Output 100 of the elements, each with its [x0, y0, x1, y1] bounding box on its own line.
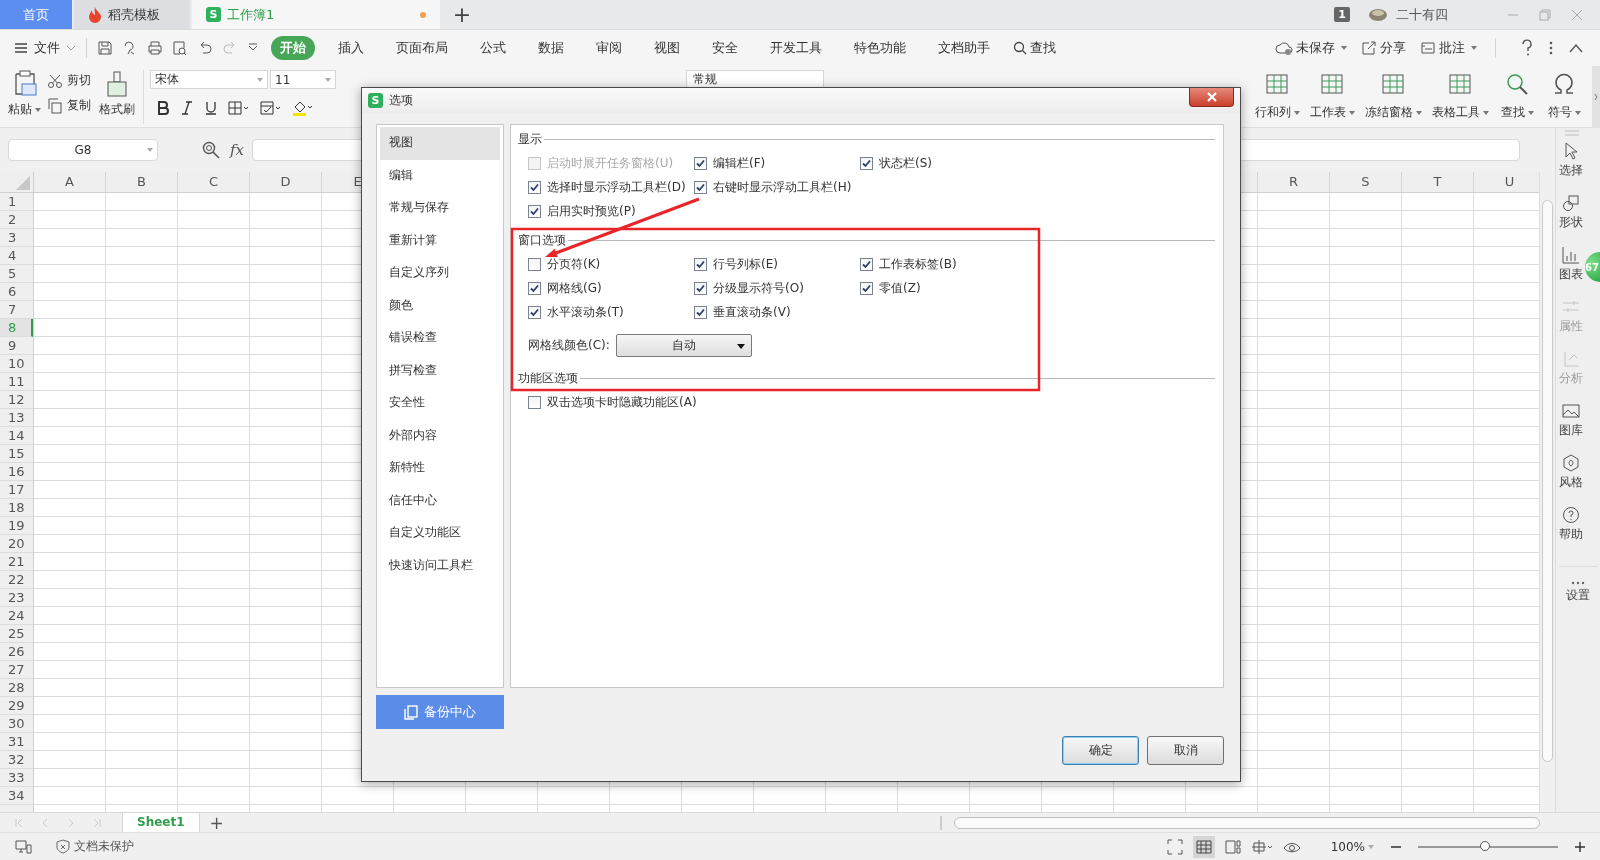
checkbox[interactable]	[860, 156, 873, 170]
collapse-icon[interactable]	[1568, 42, 1584, 54]
row-header[interactable]: 31	[0, 733, 33, 751]
ribbon-tab[interactable]: 文档助手	[929, 36, 999, 60]
checkbox-label[interactable]: 选择时显示浮动工具栏(D)	[547, 178, 686, 196]
file-menu[interactable]: 文件	[14, 39, 76, 57]
row-header[interactable]: 16	[0, 463, 33, 481]
row-header[interactable]: 3	[0, 229, 33, 247]
border-icon[interactable]	[228, 101, 250, 115]
category-item[interactable]: 自定义序列	[380, 257, 500, 290]
unsaved-button[interactable]: 未保存	[1269, 39, 1347, 57]
checkbox-label[interactable]: 分级显示符号(O)	[713, 279, 804, 297]
search-button[interactable]: 查找	[1013, 39, 1056, 57]
row-header[interactable]: 18	[0, 499, 33, 517]
checkbox[interactable]	[528, 180, 541, 194]
page-break-view-icon[interactable]	[1224, 838, 1241, 855]
row-header[interactable]: 10	[0, 355, 33, 373]
row-header[interactable]: 2	[0, 211, 33, 229]
add-sheet-button[interactable]: +	[209, 812, 224, 833]
side-panel-button[interactable]: 设置	[1559, 566, 1597, 618]
category-item[interactable]: 快速访问工具栏	[380, 549, 500, 582]
ribbon-tab[interactable]: 视图	[645, 36, 689, 60]
checkbox-label[interactable]: 编辑栏(F)	[713, 154, 766, 172]
save-icon[interactable]	[97, 40, 113, 56]
row-header[interactable]: 9	[0, 337, 33, 355]
category-item[interactable]: 外部内容	[380, 419, 500, 452]
close-button[interactable]	[1189, 88, 1234, 107]
ribbon-tab[interactable]: 页面布局	[387, 36, 457, 60]
row-header[interactable]: 30	[0, 715, 33, 733]
avatar-icon[interactable]	[1368, 7, 1388, 22]
category-item[interactable]: 颜色	[380, 289, 500, 322]
checkbox[interactable]	[860, 257, 873, 271]
checkbox[interactable]	[694, 305, 707, 319]
side-panel-button[interactable]: 选择	[1559, 142, 1583, 194]
italic-icon[interactable]	[180, 101, 194, 115]
checkbox-label[interactable]: 双击选项卡时隐藏功能区(A)	[547, 393, 697, 411]
checkbox[interactable]	[528, 281, 541, 295]
ribbon-tab[interactable]: 特色功能	[845, 36, 915, 60]
ribbon-tool-button[interactable]: 冻结窗格	[1362, 66, 1424, 121]
row-header[interactable]: 11	[0, 373, 33, 391]
checkbox[interactable]	[528, 257, 541, 271]
checkbox-label[interactable]: 水平滚动条(T)	[547, 303, 624, 321]
row-header[interactable]: 14	[0, 427, 33, 445]
column-header[interactable]: B	[106, 172, 178, 192]
checkbox-label[interactable]: 零值(Z)	[879, 279, 921, 297]
side-panel-button[interactable]: 形状	[1559, 194, 1583, 246]
vertical-scrollbar[interactable]	[1539, 172, 1555, 812]
row-header[interactable]: 20	[0, 535, 33, 553]
fill-color-icon[interactable]	[292, 100, 314, 116]
row-header[interactable]: 32	[0, 751, 33, 769]
column-header[interactable]: T	[1402, 172, 1474, 192]
row-header[interactable]: 21	[0, 553, 33, 571]
row-header[interactable]: 22	[0, 571, 33, 589]
category-item[interactable]: 错误检查	[380, 322, 500, 355]
name-box[interactable]: G8	[8, 139, 158, 161]
ribbon-tool-button[interactable]: 行和列	[1252, 66, 1302, 121]
checkbox-label[interactable]: 垂直滚动条(V)	[713, 303, 791, 321]
ribbon-tab[interactable]: 安全	[703, 36, 747, 60]
checkbox[interactable]	[694, 156, 707, 170]
row-header[interactable]: 34	[0, 787, 33, 805]
row-header[interactable]: 17	[0, 481, 33, 499]
ribbon-tool-button[interactable]: 表格工具	[1429, 66, 1491, 121]
category-item[interactable]: 新特性	[380, 452, 500, 485]
function-label[interactable]: fx	[230, 141, 244, 159]
column-header[interactable]: R	[1258, 172, 1330, 192]
format-painter-button[interactable]: 格式刷	[99, 70, 135, 118]
row-header[interactable]: 33	[0, 769, 33, 787]
font-select[interactable]: 宋体	[150, 70, 268, 89]
ribbon-tab[interactable]: 审阅	[587, 36, 631, 60]
fill-format-icon[interactable]	[260, 101, 282, 115]
column-header[interactable]: A	[34, 172, 106, 192]
row-header[interactable]: 1	[0, 193, 33, 211]
category-item[interactable]: 拼写检查	[380, 354, 500, 387]
row-header[interactable]: 6	[0, 283, 33, 301]
ribbon-tab[interactable]: 插入	[329, 36, 373, 60]
row-header[interactable]: 13	[0, 409, 33, 427]
ribbon-tab[interactable]: 公式	[471, 36, 515, 60]
cut-button[interactable]: 剪切	[47, 72, 91, 89]
ribbon-tool-button[interactable]: 符号	[1543, 66, 1585, 121]
checkbox[interactable]	[528, 305, 541, 319]
new-tab-button[interactable]: +	[442, 0, 482, 29]
checkbox[interactable]	[528, 395, 541, 409]
copy-button[interactable]: 复制	[47, 97, 91, 114]
print-preview-icon[interactable]	[172, 40, 188, 56]
row-header[interactable]: 4	[0, 247, 33, 265]
user-name[interactable]: 二十有四	[1396, 5, 1448, 24]
checkbox-label[interactable]: 网格线(G)	[547, 279, 602, 297]
category-item[interactable]: 重新计算	[380, 224, 500, 257]
ribbon-tool-button[interactable]: 工作表	[1307, 66, 1357, 121]
ribbon-tool-button[interactable]: 查找	[1496, 66, 1538, 121]
side-panel-button[interactable]: 图库	[1559, 402, 1583, 454]
ribbon-tab[interactable]: 开发工具	[761, 36, 831, 60]
row-header[interactable]: 12	[0, 391, 33, 409]
side-panel-button[interactable]: 图表	[1559, 246, 1583, 298]
row-header[interactable]: 28	[0, 679, 33, 697]
side-panel-button[interactable]: 风格	[1559, 454, 1583, 506]
category-item[interactable]: 自定义功能区	[380, 517, 500, 550]
zoom-slider-thumb[interactable]	[1480, 840, 1491, 851]
reading-view-icon[interactable]	[1250, 838, 1273, 855]
document-tab[interactable]: 稻壳模板	[74, 0, 190, 29]
